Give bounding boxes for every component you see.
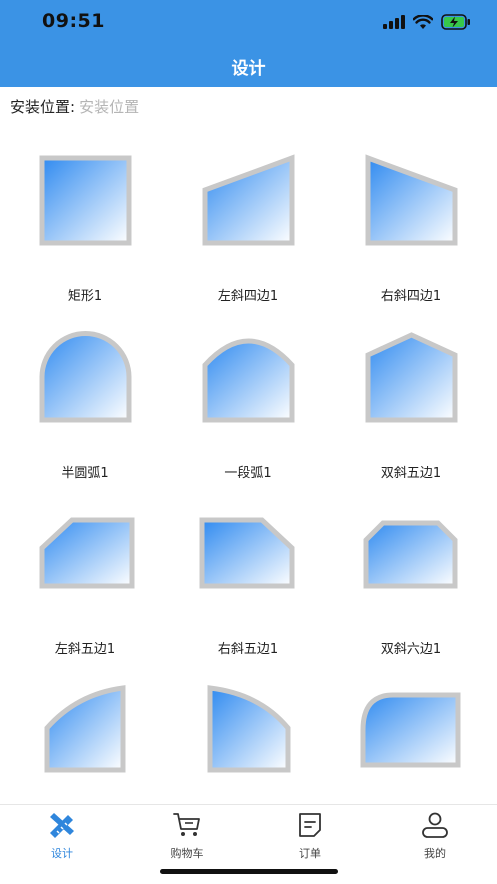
shape-option-semicircle-arch[interactable]: 半圆弧1 <box>15 327 155 497</box>
rectangle-window-icon <box>39 155 132 246</box>
shape-option-right-slant-pentagon[interactable]: 右斜五边1 <box>178 503 318 673</box>
status-indicators <box>383 12 471 32</box>
tab-label: 订单 <box>299 847 321 860</box>
rounded-corner-window-icon <box>360 692 461 768</box>
shape-option-left-slant-quad[interactable]: 左斜四边1 <box>178 150 318 320</box>
shape-label: 左斜五边1 <box>54 642 116 657</box>
shape-label: 双斜五边1 <box>380 466 442 481</box>
top-bar: 09:51 设计 <box>0 0 497 87</box>
shape-label: 半圆弧1 <box>61 466 109 481</box>
shape-option-right-slant-quad[interactable]: 右斜四边1 <box>341 150 481 320</box>
install-location-row: 安装位置: <box>10 96 280 117</box>
shape-option-rounded-corner[interactable] <box>341 680 481 804</box>
semicircle-arch-window-icon <box>39 331 132 423</box>
segment-arch-window-icon <box>202 338 295 423</box>
tab-cart[interactable]: 购物车 <box>147 811 227 861</box>
tab-profile[interactable]: 我的 <box>395 811 475 861</box>
shape-option-rectangle[interactable]: 矩形1 <box>15 150 155 320</box>
shape-grid: 矩形1 左斜四边1 右斜四边1 半圆弧1 一段弧1 双斜五边1 左斜五边1 右斜… <box>0 140 497 804</box>
shape-option-right-arc[interactable] <box>178 680 318 804</box>
shape-option-left-slant-pentagon[interactable]: 左斜五边1 <box>15 503 155 673</box>
tab-orders[interactable]: 订单 <box>270 811 350 861</box>
page-title: 设计 <box>231 59 266 79</box>
install-location-input[interactable] <box>79 97 280 116</box>
shape-option-double-slant-hexagon[interactable]: 双斜六边1 <box>341 503 481 673</box>
shape-option-segment-arch[interactable]: 一段弧1 <box>178 327 318 497</box>
battery-charging-icon <box>441 14 470 30</box>
install-location-label: 安装位置: <box>10 98 76 116</box>
right-arc-window-icon <box>207 685 291 773</box>
left-arc-window-icon <box>44 685 126 773</box>
double-slant-pentagon-window-icon <box>365 332 458 423</box>
shape-option-double-slant-pentagon[interactable]: 双斜五边1 <box>341 327 481 497</box>
shape-label: 右斜五边1 <box>217 642 279 657</box>
tab-design[interactable]: 设计 <box>22 811 102 861</box>
shape-label: 一段弧1 <box>224 466 272 481</box>
shape-label: 右斜四边1 <box>380 289 442 304</box>
wifi-icon <box>413 14 433 29</box>
right-slant-pentagon-window-icon <box>199 517 295 589</box>
shape-label: 矩形1 <box>67 289 103 304</box>
cellular-signal-icon <box>383 15 405 29</box>
left-slant-quad-window-icon <box>202 154 295 246</box>
tab-label: 设计 <box>51 847 73 860</box>
double-slant-hexagon-window-icon <box>363 520 458 589</box>
status-time: 09:51 <box>42 10 105 32</box>
right-slant-quad-window-icon <box>365 154 458 246</box>
shape-label: 左斜四边1 <box>217 289 279 304</box>
design-ruler-icon <box>50 813 74 838</box>
shape-label: 双斜六边1 <box>380 642 442 657</box>
cart-icon <box>173 813 200 836</box>
tab-label: 购物车 <box>170 847 204 860</box>
left-slant-pentagon-window-icon <box>39 517 135 589</box>
profile-icon <box>422 812 448 838</box>
tab-label: 我的 <box>424 847 446 860</box>
order-icon <box>299 813 321 837</box>
home-indicator <box>160 869 338 874</box>
shape-option-left-arc[interactable] <box>15 680 155 804</box>
